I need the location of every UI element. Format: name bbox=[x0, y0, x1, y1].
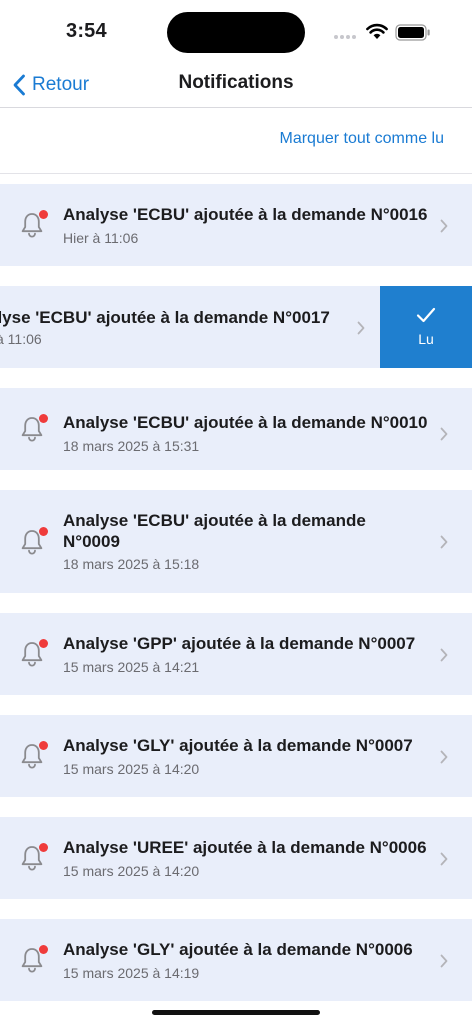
notification-title: alyse 'ECBU' ajoutée à la demande N°0017 bbox=[0, 308, 330, 327]
notification-date: à 11:06 bbox=[0, 331, 42, 347]
mark-all-read-button[interactable]: Marquer tout comme lu bbox=[279, 130, 444, 148]
bell-icon bbox=[19, 843, 48, 872]
checkmark-icon bbox=[416, 307, 436, 323]
notification-title: Analyse 'ECBU' ajoutée à la demande N°00… bbox=[63, 413, 428, 432]
notification-title: Analyse 'ECBU' ajoutée à la demande N°00… bbox=[63, 511, 366, 551]
navigation-bar: Retour Notifications bbox=[0, 62, 472, 108]
chevron-right-icon bbox=[440, 852, 448, 866]
chevron-right-icon bbox=[440, 954, 448, 968]
chevron-right-icon bbox=[440, 535, 448, 549]
notification-row[interactable]: Analyse 'UREE' ajoutée à la demande N°00… bbox=[0, 817, 472, 899]
notification-row[interactable]: Analyse 'GLY' ajoutée à la demande N°000… bbox=[0, 919, 472, 1001]
notification-date: 18 mars 2025 à 15:31 bbox=[63, 438, 200, 454]
notification-title: Analyse 'GPP' ajoutée à la demande N°000… bbox=[63, 634, 416, 653]
status-time: 3:54 bbox=[66, 20, 107, 42]
unread-dot bbox=[39, 414, 48, 423]
notification-row[interactable]: Analyse 'GPP' ajoutée à la demande N°000… bbox=[0, 613, 472, 695]
bell-icon bbox=[19, 639, 48, 668]
notification-row[interactable]: Analyse 'ECBU' ajoutée à la demande N°00… bbox=[0, 388, 472, 470]
notification-row[interactable]: Analyse 'GLY' ajoutée à la demande N°000… bbox=[0, 715, 472, 797]
notification-date: 15 mars 2025 à 14:20 bbox=[63, 863, 200, 879]
mark-read-action-button[interactable]: Lu bbox=[380, 286, 472, 368]
bell-icon bbox=[19, 945, 48, 974]
home-indicator[interactable] bbox=[152, 1010, 320, 1015]
notification-title: Analyse 'ECBU' ajoutée à la demande N°00… bbox=[63, 205, 428, 224]
cellular-signal-icon bbox=[334, 35, 356, 39]
mark-read-action-label: Lu bbox=[418, 331, 434, 347]
page-title: Notifications bbox=[178, 72, 294, 93]
bell-icon bbox=[19, 527, 48, 556]
screen: 3:54 Retour Notifications Marquer tout c… bbox=[0, 0, 472, 1024]
chevron-right-icon bbox=[440, 750, 448, 764]
bell-icon bbox=[19, 210, 48, 239]
status-bar: 3:54 bbox=[0, 0, 472, 62]
chevron-right-icon bbox=[440, 427, 448, 441]
unread-dot bbox=[39, 843, 48, 852]
notification-title: Analyse 'GLY' ajoutée à la demande N°000… bbox=[63, 940, 413, 959]
notification-date: 15 mars 2025 à 14:21 bbox=[63, 659, 200, 675]
notification-title: Analyse 'UREE' ajoutée à la demande N°00… bbox=[63, 838, 427, 857]
mark-all-bar: Marquer tout comme lu bbox=[0, 108, 472, 174]
notification-date: 15 mars 2025 à 14:19 bbox=[63, 965, 200, 981]
notification-row[interactable]: Analyse 'ECBU' ajoutée à la demande N°00… bbox=[0, 184, 472, 266]
dynamic-island bbox=[167, 12, 305, 53]
unread-dot bbox=[39, 945, 48, 954]
battery-icon bbox=[395, 24, 430, 41]
swiped-row-content: alyse 'ECBU' ajoutée à la demande N°0017… bbox=[0, 286, 380, 368]
chevron-right-icon bbox=[440, 648, 448, 662]
chevron-right-icon bbox=[357, 321, 365, 335]
notification-list: Analyse 'ECBU' ajoutée à la demande N°00… bbox=[0, 184, 472, 1021]
chevron-right-icon bbox=[440, 219, 448, 233]
bell-icon bbox=[19, 741, 48, 770]
bell-icon bbox=[19, 414, 48, 443]
notification-row-swiped[interactable]: alyse 'ECBU' ajoutée à la demande N°0017… bbox=[0, 286, 472, 368]
notification-date: 18 mars 2025 à 15:18 bbox=[63, 556, 200, 572]
unread-dot bbox=[39, 210, 48, 219]
unread-dot bbox=[39, 639, 48, 648]
notification-row[interactable]: Analyse 'ECBU' ajoutée à la demande N°00… bbox=[0, 490, 472, 593]
unread-dot bbox=[39, 741, 48, 750]
notification-date: Hier à 11:06 bbox=[63, 230, 139, 246]
wifi-icon bbox=[366, 23, 388, 39]
notification-title: Analyse 'GLY' ajoutée à la demande N°000… bbox=[63, 736, 413, 755]
unread-dot bbox=[39, 527, 48, 536]
notification-date: 15 mars 2025 à 14:20 bbox=[63, 761, 200, 777]
